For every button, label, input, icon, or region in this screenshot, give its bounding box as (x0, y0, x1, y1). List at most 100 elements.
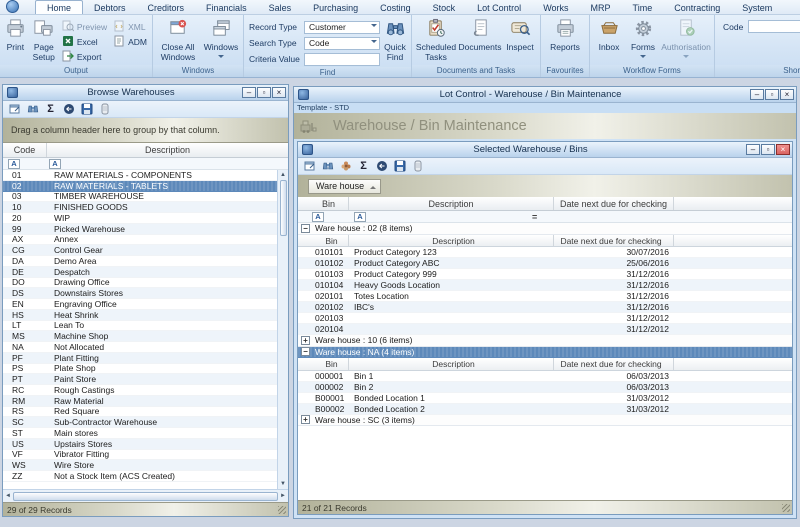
maximize-button[interactable]: ▫ (765, 89, 779, 100)
filter-equals-icon[interactable]: = (532, 212, 537, 222)
warehouse-row-MS[interactable]: MSMachine Shop (3, 331, 277, 342)
inspect-button[interactable]: Inspect (502, 17, 538, 53)
sum-sigma-icon[interactable]: Σ (357, 160, 370, 173)
app-menu-button[interactable] (6, 0, 19, 13)
record-type-select[interactable]: Customer (304, 21, 380, 34)
warehouse-row-LT[interactable]: LTLean To (3, 321, 277, 332)
bin-row-020104[interactable]: 02010431/12/2012 (298, 324, 792, 335)
warehouse-row-DO[interactable]: DODrawing Office (3, 278, 277, 289)
filter-button-description[interactable]: A (354, 212, 366, 222)
warehouse-row-CG[interactable]: CGControl Gear (3, 245, 277, 256)
warehouse-row-20[interactable]: 20WIP (3, 213, 277, 224)
warehouse-row-PF[interactable]: PFPlant Fitting (3, 353, 277, 364)
warehouse-row-01[interactable]: 01RAW MATERIALS - COMPONENTS (3, 170, 277, 181)
warehouse-row-RS[interactable]: RSRed Square (3, 407, 277, 418)
tab-system[interactable]: System (731, 1, 783, 14)
warehouse-row-NA[interactable]: NANot Allocated (3, 342, 277, 353)
scrollbar-thumb[interactable] (13, 492, 278, 501)
refresh-icon[interactable] (62, 103, 75, 116)
warehouse-row-DA[interactable]: DADemo Area (3, 256, 277, 267)
excel-button[interactable]: Excel (59, 34, 110, 49)
documents-button[interactable]: Documents (458, 17, 502, 53)
bin-group-header-1[interactable]: +Ware house : 10 (6 items) (298, 335, 792, 347)
attachment-icon[interactable] (411, 160, 424, 173)
tab-sales[interactable]: Sales (258, 1, 303, 14)
windows-button[interactable]: Windows (201, 17, 241, 61)
bin-row-000001[interactable]: 000001Bin 106/03/2013 (298, 371, 792, 382)
warehouse-row-03[interactable]: 03TIMBER WAREHOUSE (3, 192, 277, 203)
warehouse-row-HS[interactable]: HSHeat Shrink (3, 310, 277, 321)
scroll-right-icon[interactable]: ► (280, 493, 286, 499)
close-button[interactable]: × (780, 89, 794, 100)
preview-button[interactable]: Preview (59, 19, 110, 34)
warehouse-row-PT[interactable]: PTPaint Store (3, 374, 277, 385)
warehouse-row-US[interactable]: USUpstairs Stores (3, 439, 277, 450)
expand-icon[interactable]: + (301, 415, 310, 424)
bins-group-by-bar[interactable]: Ware house (298, 175, 792, 197)
authorisation-button[interactable]: Authorisation (660, 17, 712, 61)
bin-row-010101[interactable]: 010101Product Category 12330/07/2016 (298, 247, 792, 258)
scrollbar-thumb[interactable] (280, 180, 287, 236)
horizontal-scrollbar[interactable]: ◄ ► (3, 489, 288, 502)
bin-row-010102[interactable]: 010102Product Category ABC25/06/2016 (298, 258, 792, 269)
tab-time[interactable]: Time (622, 1, 664, 14)
warehouse-row-VF[interactable]: VFVibrator Fitting (3, 450, 277, 461)
minimize-button[interactable]: – (242, 87, 256, 98)
tab-debtors[interactable]: Debtors (83, 1, 137, 14)
minimize-button[interactable]: – (746, 144, 760, 155)
bin-row-020103[interactable]: 02010331/12/2012 (298, 313, 792, 324)
tab-stock[interactable]: Stock (422, 1, 467, 14)
find-binoculars-icon[interactable] (321, 160, 334, 173)
close-button[interactable]: × (272, 87, 286, 98)
bin-row-020102[interactable]: 020102IBC's31/12/2016 (298, 302, 792, 313)
adm-button[interactable]: ADM (110, 34, 150, 49)
warehouse-row-02[interactable]: 02RAW MATERIALS - TABLETS (3, 181, 277, 192)
bin-group-header-3[interactable]: +Ware house : SC (3 items) (298, 415, 792, 427)
save-icon[interactable] (80, 103, 93, 116)
column-header-code[interactable]: Code (3, 143, 47, 157)
group-by-bar[interactable]: Drag a column header here to group by th… (3, 118, 288, 143)
warehouse-row-SC[interactable]: SCSub-Contractor Warehouse (3, 417, 277, 428)
maximize-button[interactable]: ▫ (257, 87, 271, 98)
forms-button[interactable]: Forms (626, 17, 660, 61)
warehouse-row-ST[interactable]: STMain stores (3, 428, 277, 439)
code-input[interactable] (748, 20, 800, 33)
xml-button[interactable]: XML (110, 19, 150, 34)
warehouse-row-ZZ[interactable]: ZZNot a Stock Item (ACS Created) (3, 471, 277, 482)
warehouse-row-RC[interactable]: RCRough Castings (3, 385, 277, 396)
bin-group-header-2[interactable]: −Ware house : NA (4 items) (298, 347, 792, 359)
column-header-date[interactable]: Date next due for checking (554, 197, 674, 210)
bin-row-010103[interactable]: 010103Product Category 99931/12/2016 (298, 269, 792, 280)
lot-control-titlebar[interactable]: Lot Control - Warehouse / Bin Maintenanc… (294, 87, 796, 103)
tab-works[interactable]: Works (532, 1, 579, 14)
filter-button-description[interactable]: A (49, 159, 61, 169)
tab-lot-control[interactable]: Lot Control (466, 1, 532, 14)
group-chip-warehouse[interactable]: Ware house (308, 179, 381, 194)
inbox-button[interactable]: Inbox (592, 17, 626, 53)
maximize-button[interactable]: ▫ (761, 144, 775, 155)
scroll-up-icon[interactable]: ▲ (280, 170, 286, 180)
expand-icon[interactable]: + (301, 336, 310, 345)
tab-mrp[interactable]: MRP (580, 1, 622, 14)
find-binoculars-icon[interactable] (26, 103, 39, 116)
bin-row-000002[interactable]: 000002Bin 206/03/2013 (298, 382, 792, 393)
tab-home[interactable]: Home (35, 0, 83, 14)
tab-contracting[interactable]: Contracting (663, 1, 731, 14)
print-button[interactable]: Print (2, 17, 29, 53)
export-window-icon[interactable] (303, 160, 316, 173)
warehouse-row-PS[interactable]: PSPlate Shop (3, 364, 277, 375)
warehouse-row-WS[interactable]: WSWire Store (3, 460, 277, 471)
scroll-left-icon[interactable]: ◄ (5, 493, 11, 499)
filter-button-bin[interactable]: A (312, 212, 324, 222)
bin-row-B00001[interactable]: B00001Bonded Location 131/03/2012 (298, 393, 792, 404)
scroll-down-icon[interactable]: ▼ (280, 479, 286, 489)
subheader-date[interactable]: Date next due for checking (554, 235, 674, 247)
close-button[interactable]: × (776, 144, 790, 155)
subheader-description[interactable]: Description (349, 235, 554, 247)
tab-creditors[interactable]: Creditors (137, 1, 196, 14)
resize-grip[interactable] (782, 504, 790, 512)
warehouse-row-10[interactable]: 10FINISHED GOODS (3, 202, 277, 213)
subheader-description[interactable]: Description (349, 358, 554, 370)
subheader-bin[interactable]: Bin (309, 358, 349, 370)
bin-row-B00002[interactable]: B00002Bonded Location 231/03/2012 (298, 404, 792, 415)
